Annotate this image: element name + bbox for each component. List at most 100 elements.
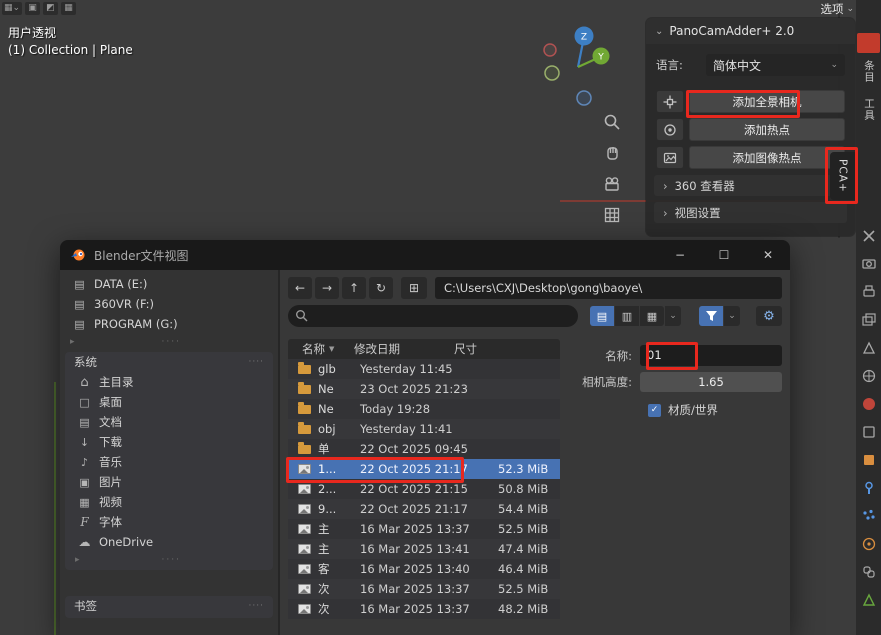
add-panorama-camera-button[interactable]: 添加全景相机 — [689, 90, 845, 113]
file-row[interactable]: glbYesterday 11:45 — [288, 359, 560, 379]
vertical-list-view-button[interactable]: ▤ — [590, 306, 614, 326]
file-row[interactable]: 次16 Mar 2025 13:3748.2 MiB — [288, 599, 560, 619]
file-row[interactable]: objYesterday 11:41 — [288, 419, 560, 439]
file-row[interactable]: 客16 Mar 2025 13:4046.4 MiB — [288, 559, 560, 579]
volume-item[interactable]: DATA (E:) — [60, 274, 278, 294]
sidebar-item-onedrive[interactable]: OneDrive — [65, 532, 273, 552]
add-hotspot-button[interactable]: 添加热点 — [689, 118, 845, 141]
sidebar-item-desktop[interactable]: 桌面 — [65, 392, 273, 412]
active-vertical-tab[interactable] — [857, 33, 880, 53]
new-folder-button[interactable]: ⊞ — [401, 277, 427, 299]
tool-tab-icon[interactable] — [861, 228, 877, 244]
sidebar-tab-tool[interactable]: 工具 — [862, 98, 877, 121]
modifier-tab-icon[interactable] — [861, 480, 877, 496]
particles-tab-icon[interactable] — [861, 508, 877, 524]
up-button[interactable]: ↑ — [342, 277, 366, 299]
back-button[interactable]: ← — [288, 277, 312, 299]
filter-options-button[interactable]: ⚙ — [756, 306, 782, 326]
add-image-hotspot-button[interactable]: 添加图像热点 — [689, 146, 845, 169]
sidebar-item-videos[interactable]: 视频 — [65, 492, 273, 512]
file-date: 16 Mar 2025 13:40 — [360, 562, 480, 576]
hotspot-icon-button[interactable] — [656, 118, 684, 141]
scene-tab-icon[interactable] — [861, 340, 877, 356]
sidebar-item-downloads[interactable]: 下载 — [65, 432, 273, 452]
pca-plus-tab[interactable]: PCA+ — [830, 152, 855, 200]
image-hotspot-icon-button[interactable] — [656, 146, 684, 169]
options-dropdown[interactable]: 选项 ⌄ — [796, 1, 854, 16]
file-row[interactable]: 次16 Mar 2025 13:3752.5 MiB — [288, 579, 560, 599]
output-tab-icon[interactable] — [861, 284, 877, 300]
filename-input[interactable]: 01 — [640, 345, 782, 366]
filter-toggle-button[interactable] — [699, 306, 723, 326]
file-row[interactable]: Ne23 Oct 2025 21:23 — [288, 379, 560, 399]
sidebar-item-home[interactable]: 主目录 — [65, 372, 273, 392]
music-icon — [77, 456, 92, 469]
section-view-settings[interactable]: › 视图设置 — [654, 202, 847, 223]
file-row-selected[interactable]: 1...22 Oct 2025 21:1752.3 MiB — [288, 459, 560, 479]
search-input[interactable] — [288, 305, 578, 327]
file-row[interactable]: 主16 Mar 2025 13:3752.5 MiB — [288, 519, 560, 539]
volume-item[interactable]: PROGRAM (G:) — [60, 314, 278, 334]
file-row[interactable]: 9...22 Oct 2025 21:1754.4 MiB — [288, 499, 560, 519]
path-field[interactable]: C:\Users\CXJ\Desktop\gong\baoye\ — [435, 277, 782, 299]
panel-drag-handle[interactable]: ▸···· — [65, 552, 273, 568]
gizmo-neg-z[interactable] — [577, 91, 591, 105]
filter-settings-dropdown[interactable]: ⌄ — [724, 306, 740, 326]
column-header-name[interactable]: 名称▼ — [302, 341, 354, 357]
display-settings-dropdown[interactable]: ⌄ — [665, 306, 681, 326]
gizmo-neg-x[interactable] — [544, 44, 556, 56]
view-toggle-icon-1[interactable]: ▣ — [25, 2, 40, 15]
view-toggle-icon-2[interactable]: ◩ — [43, 2, 58, 15]
viewlayer-tab-icon[interactable] — [861, 312, 877, 328]
world-active-tab-icon[interactable] — [861, 396, 877, 412]
image-file-icon — [298, 564, 311, 574]
zoom-icon[interactable] — [600, 110, 624, 134]
file-row[interactable]: 主16 Mar 2025 13:4147.4 MiB — [288, 539, 560, 559]
system-panel: 系统···· 主目录 桌面 文档 下载 音乐 图片 视频 字体 OneDrive… — [65, 352, 273, 570]
sort-desc-icon: ▼ — [329, 345, 334, 353]
volume-item[interactable]: 360VR (F:) — [60, 294, 278, 314]
maximize-button[interactable]: ☐ — [702, 240, 746, 270]
forward-button[interactable]: → — [315, 277, 339, 299]
thumbnail-view-button[interactable]: ▦ — [640, 306, 664, 326]
gizmo-neg-y[interactable] — [545, 66, 559, 80]
panel-header[interactable]: ⌄ PanoCamAdder+ 2.0 — [646, 18, 855, 44]
constraint-tab-icon[interactable] — [861, 564, 877, 580]
section-360-viewer[interactable]: › 360 查看器 — [654, 175, 847, 196]
pan-hand-icon[interactable] — [600, 141, 624, 165]
bookmarks-panel-header[interactable]: 书签···· — [65, 596, 273, 616]
file-row[interactable]: 2...22 Oct 2025 21:1550.8 MiB — [288, 479, 560, 499]
refresh-button[interactable]: ↻ — [369, 277, 393, 299]
panel-drag-handle[interactable]: ▸···· — [60, 334, 278, 350]
column-header-size[interactable]: 尺寸 — [454, 341, 560, 357]
physics-tab-icon[interactable] — [861, 536, 877, 552]
sidebar-item-documents[interactable]: 文档 — [65, 412, 273, 432]
sidebar-item-music[interactable]: 音乐 — [65, 452, 273, 472]
file-row[interactable]: 单22 Oct 2025 09:45 — [288, 439, 560, 459]
render-tab-icon[interactable] — [861, 256, 877, 272]
sidebar-tab-item[interactable]: 条目 — [862, 60, 877, 83]
sidebar-item-fonts[interactable]: 字体 — [65, 512, 273, 532]
world-tab-icon[interactable] — [861, 368, 877, 384]
language-select[interactable]: 简体中文 ⌄ — [706, 54, 845, 76]
column-header-date[interactable]: 修改日期 — [354, 341, 454, 357]
window-titlebar[interactable]: Blender文件视图 − ☐ ✕ — [60, 240, 790, 270]
camera-move-icon-button[interactable] — [656, 90, 684, 113]
grid-toggle-icon[interactable] — [600, 203, 624, 227]
editor-type-icon[interactable]: ▦⌄ — [2, 2, 22, 15]
camera-view-icon[interactable] — [600, 172, 624, 196]
navigation-gizmo[interactable]: Z Y — [538, 20, 622, 112]
close-button[interactable]: ✕ — [746, 240, 790, 270]
horizontal-list-view-button[interactable]: ▥ — [615, 306, 639, 326]
drive-icon — [72, 318, 87, 331]
file-row[interactable]: NeToday 19:28 — [288, 399, 560, 419]
minimize-button[interactable]: − — [658, 240, 702, 270]
object-tab-icon[interactable] — [861, 452, 877, 468]
material-world-checkbox[interactable]: ✓ — [648, 404, 661, 417]
view-toggle-icon-3[interactable]: ▦ — [61, 2, 76, 15]
camera-height-input[interactable]: 1.65 — [640, 372, 782, 392]
collection-tab-icon[interactable] — [861, 424, 877, 440]
system-panel-header[interactable]: 系统···· — [65, 352, 273, 372]
sidebar-item-pictures[interactable]: 图片 — [65, 472, 273, 492]
data-tab-icon[interactable] — [861, 592, 877, 608]
